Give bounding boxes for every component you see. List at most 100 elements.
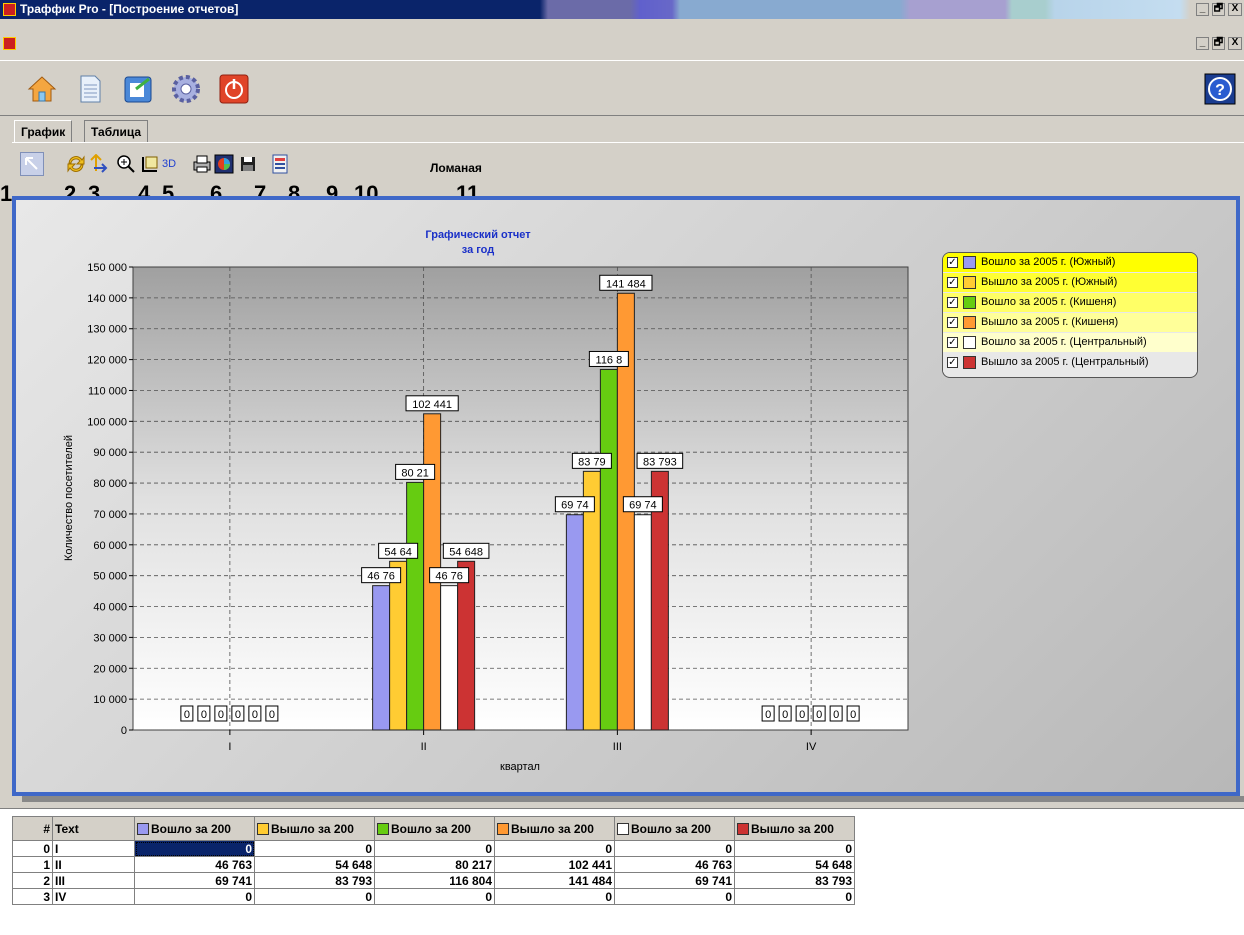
table-cell[interactable]: IV bbox=[52, 888, 135, 905]
legend-label: Вышло за 2005 г. (Центральный) bbox=[981, 356, 1149, 368]
legend-swatch bbox=[963, 276, 976, 289]
data-label: 0 bbox=[816, 709, 822, 721]
legend-checkbox[interactable]: ✓ bbox=[947, 317, 958, 328]
y-tick-label: 0 bbox=[121, 725, 127, 737]
bar[interactable] bbox=[565, 514, 584, 731]
y-tick-label: 10 000 bbox=[93, 694, 127, 706]
bar[interactable] bbox=[372, 585, 391, 731]
column-swatch bbox=[377, 822, 389, 835]
bar[interactable] bbox=[440, 585, 459, 731]
data-label: 69 74 bbox=[561, 500, 589, 512]
table-cell[interactable]: II bbox=[52, 856, 135, 873]
grid-column-header[interactable]: Вышло за 200 bbox=[734, 816, 855, 841]
y-tick-label: 50 000 bbox=[93, 571, 127, 583]
table-cell[interactable]: 3 bbox=[12, 888, 53, 905]
legend-item[interactable]: ✓ Вышло за 2005 г. (Южный) bbox=[943, 273, 1197, 292]
data-grid[interactable]: # Text Вошло за 200 Вышло за 200 Вошло за 20… bbox=[12, 816, 855, 905]
legend-checkbox[interactable]: ✓ bbox=[947, 277, 958, 288]
data-label: 0 bbox=[850, 709, 856, 721]
table-cell[interactable]: III bbox=[52, 872, 135, 889]
column-swatch bbox=[257, 822, 269, 835]
bar[interactable] bbox=[406, 481, 425, 731]
legend-label: Вошло за 2005 г. (Центральный) bbox=[981, 336, 1147, 348]
table-cell[interactable]: 116 804 bbox=[374, 872, 495, 889]
legend-item[interactable]: ✓ Вышло за 2005 г. (Центральный) bbox=[943, 353, 1197, 372]
table-cell[interactable]: 0 bbox=[134, 840, 255, 857]
column-swatch bbox=[617, 822, 629, 835]
table-cell[interactable]: 69 741 bbox=[134, 872, 255, 889]
table-cell[interactable]: 0 bbox=[734, 840, 855, 857]
chart-legend[interactable]: ✓ Вошло за 2005 г. (Южный) ✓ Вышло за 2005 … bbox=[942, 252, 1198, 378]
bar[interactable] bbox=[457, 560, 476, 731]
y-tick-label: 90 000 bbox=[93, 447, 127, 459]
bar[interactable] bbox=[633, 514, 652, 731]
grid-column-header[interactable]: Вошло за 200 bbox=[614, 816, 735, 841]
legend-item[interactable]: ✓ Вошло за 2005 г. (Центральный) bbox=[943, 333, 1197, 352]
grid-column-header[interactable]: Вышло за 200 bbox=[494, 816, 615, 841]
bar[interactable] bbox=[599, 368, 618, 731]
table-cell[interactable]: 0 bbox=[614, 888, 735, 905]
bar[interactable] bbox=[389, 560, 408, 731]
table-cell[interactable]: I bbox=[52, 840, 135, 857]
x-axis-label: квартал bbox=[500, 761, 540, 773]
table-cell[interactable]: 2 bbox=[12, 872, 53, 889]
legend-checkbox[interactable]: ✓ bbox=[947, 257, 958, 268]
grid-column-header[interactable]: Вошло за 200 bbox=[134, 816, 255, 841]
table-cell[interactable]: 80 217 bbox=[374, 856, 495, 873]
table-cell[interactable]: 0 bbox=[254, 840, 375, 857]
legend-item[interactable]: ✓ Вошло за 2005 г. (Южный) bbox=[943, 253, 1197, 272]
legend-checkbox[interactable]: ✓ bbox=[947, 357, 958, 368]
legend-checkbox[interactable]: ✓ bbox=[947, 297, 958, 308]
data-label: 54 648 bbox=[449, 546, 483, 558]
table-cell[interactable]: 1 bbox=[12, 856, 53, 873]
y-tick-label: 20 000 bbox=[93, 663, 127, 675]
data-label: 0 bbox=[269, 709, 275, 721]
table-cell[interactable]: 0 bbox=[374, 888, 495, 905]
table-cell[interactable]: 0 bbox=[494, 840, 615, 857]
data-label: 0 bbox=[218, 709, 224, 721]
data-label: 46 76 bbox=[367, 571, 395, 583]
data-grid-panel: # Text Вошло за 200 Вышло за 200 Вошло за 20… bbox=[0, 808, 1244, 935]
column-swatch bbox=[737, 822, 749, 835]
legend-item[interactable]: ✓ Вошло за 2005 г. (Кишеня) bbox=[943, 293, 1197, 312]
grid-column-header[interactable]: Text bbox=[52, 816, 135, 841]
table-cell[interactable]: 0 bbox=[254, 888, 375, 905]
table-cell[interactable]: 46 763 bbox=[134, 856, 255, 873]
legend-swatch bbox=[963, 336, 976, 349]
y-tick-label: 30 000 bbox=[93, 632, 127, 644]
legend-item[interactable]: ✓ Вышло за 2005 г. (Кишеня) bbox=[943, 313, 1197, 332]
grid-column-header[interactable]: Вышло за 200 bbox=[254, 816, 375, 841]
data-label: 46 76 bbox=[435, 571, 463, 583]
data-label: 116 8 bbox=[596, 354, 623, 366]
table-row[interactable]: 2 III 69 741 83 793 116 804 141 484 69 741 83 7… bbox=[12, 872, 855, 889]
table-cell[interactable]: 83 793 bbox=[254, 872, 375, 889]
table-cell[interactable]: 83 793 bbox=[734, 872, 855, 889]
table-row[interactable]: 1 II 46 763 54 648 80 217 102 441 46 763 54 648 bbox=[12, 856, 855, 873]
table-cell[interactable]: 0 bbox=[134, 888, 255, 905]
data-label: 102 441 bbox=[412, 399, 452, 411]
x-tick-label: IV bbox=[806, 741, 817, 753]
table-cell[interactable]: 0 bbox=[614, 840, 735, 857]
table-cell[interactable]: 141 484 bbox=[494, 872, 615, 889]
grid-column-header[interactable]: # bbox=[12, 816, 53, 841]
grid-column-header[interactable]: Вошло за 200 bbox=[374, 816, 495, 841]
table-cell[interactable]: 0 bbox=[374, 840, 495, 857]
table-cell[interactable]: 46 763 bbox=[614, 856, 735, 873]
table-cell[interactable]: 102 441 bbox=[494, 856, 615, 873]
data-label: 0 bbox=[782, 709, 788, 721]
table-cell[interactable]: 69 741 bbox=[614, 872, 735, 889]
y-axis-label: Количество посетителей bbox=[63, 435, 75, 561]
table-row[interactable]: 0I000000 bbox=[12, 840, 855, 857]
data-label: 141 484 bbox=[606, 278, 646, 290]
table-cell[interactable]: 54 648 bbox=[254, 856, 375, 873]
x-tick-label: III bbox=[613, 741, 622, 753]
bar-chart: 0 10 000 20 000 30 000 40 000 50 000 60 000 70 … bbox=[63, 229, 909, 773]
legend-checkbox[interactable]: ✓ bbox=[947, 337, 958, 348]
table-cell[interactable]: 0 bbox=[494, 888, 615, 905]
table-cell[interactable]: 0 bbox=[734, 888, 855, 905]
table-cell[interactable]: 0 bbox=[12, 840, 53, 857]
table-cell[interactable]: 54 648 bbox=[734, 856, 855, 873]
y-tick-label: 120 000 bbox=[87, 355, 127, 367]
table-row[interactable]: 3 IV 0 0 0 0 0 0 bbox=[12, 888, 855, 905]
y-tick-label: 150 000 bbox=[87, 262, 127, 274]
